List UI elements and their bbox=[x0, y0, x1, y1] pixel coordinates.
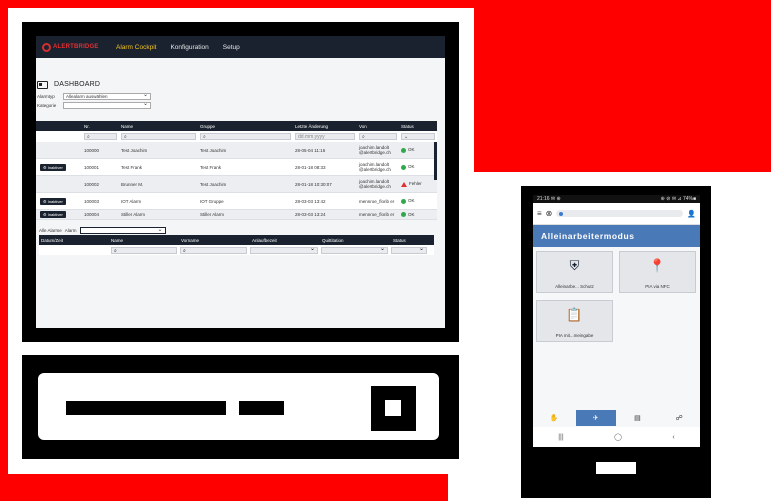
anlaufbezeit-select[interactable] bbox=[250, 246, 318, 254]
table-row[interactable]: ⚙ Inaktiver 100003 IOT Alarm IOT Gruppe … bbox=[36, 193, 437, 210]
history-search-row: ⌕ ⌕ bbox=[39, 245, 434, 255]
history-table-header: Datum/Zeit Name Vorname Anlaufbezeit Qui… bbox=[39, 235, 434, 245]
history-alarm-select[interactable] bbox=[79, 226, 166, 234]
back-button[interactable]: ‹ bbox=[672, 434, 674, 441]
phone-page-title: Alleinarbeitermodus bbox=[533, 225, 700, 247]
keyboard-key-inner bbox=[385, 400, 401, 416]
table-row[interactable]: ⚙ Inaktiver 100004 Stiller Alarm Stiller… bbox=[36, 210, 437, 220]
alarm-table: Nr. Name Gruppe Letzte Änderung Von Stat… bbox=[36, 121, 437, 220]
phone-url-bar[interactable] bbox=[556, 210, 684, 217]
recent-apps-button[interactable]: ||| bbox=[558, 434, 563, 441]
background-white-patch bbox=[448, 474, 473, 501]
column-header[interactable]: Nr. bbox=[84, 124, 121, 129]
status-badge: OK bbox=[401, 198, 437, 204]
table-row[interactable]: 100002 Brunner M. Test Joachim 28-01-18 … bbox=[36, 176, 437, 193]
keyboard-key bbox=[66, 401, 226, 415]
filter-label: Alarmtyp bbox=[37, 94, 55, 99]
ok-status-icon bbox=[401, 164, 406, 170]
status-badge: OK bbox=[401, 164, 437, 170]
tile-alleinarbeit-schutz[interactable]: ⛨ Alleinarbe... Schutz bbox=[536, 251, 613, 293]
alarm-table-search-row: ⌕ ⌕ ⌕ dd.mm.yyyy ⌕ ⌄ bbox=[36, 131, 437, 142]
tile-pia-meingabe[interactable]: 📋 PIA mit...meingabe bbox=[536, 300, 613, 342]
search-name-input[interactable]: ⌕ bbox=[111, 246, 177, 254]
shield-person-icon: ⛨ bbox=[569, 258, 580, 273]
column-header[interactable]: Datum/Zeit bbox=[39, 238, 111, 243]
table-row[interactable]: ⚙ Inaktiver 100001 Test Frank Test Frank… bbox=[36, 159, 437, 176]
quittitation-select[interactable] bbox=[321, 246, 388, 254]
person-icon[interactable]: 👤 bbox=[687, 210, 696, 218]
ok-status-icon bbox=[401, 198, 406, 204]
column-header[interactable]: Von bbox=[359, 124, 401, 129]
desktop-screen: ALERTBRIDGE Alarm Cockpit Konfiguration … bbox=[36, 36, 445, 328]
status-badge: OK bbox=[401, 147, 437, 153]
ok-status-icon bbox=[401, 147, 406, 153]
column-header[interactable]: Status bbox=[401, 124, 437, 129]
mute-icon[interactable]: ⊗ bbox=[546, 209, 553, 218]
phone-bottom-nav: ✋ ✈ ▤ ☍ bbox=[533, 409, 700, 427]
status-badge: Fehler bbox=[401, 181, 437, 187]
search-date-input[interactable]: dd.mm.yyyy bbox=[295, 133, 355, 140]
column-header[interactable]: Name bbox=[121, 124, 200, 129]
logo-mark-icon bbox=[42, 42, 51, 52]
alarm-table-header: Nr. Name Gruppe Letzte Änderung Von Stat… bbox=[36, 121, 437, 131]
column-header[interactable]: Name bbox=[111, 238, 181, 243]
search-status-select[interactable]: ⌄ bbox=[401, 133, 435, 140]
nav-alarm-cockpit[interactable]: Alarm Cockpit bbox=[116, 44, 156, 51]
column-header[interactable]: Status bbox=[393, 238, 433, 243]
search-by-input[interactable]: ⌕ bbox=[359, 133, 397, 140]
search-nr-input[interactable]: ⌕ bbox=[84, 133, 117, 140]
clipboard-icon: 📋 bbox=[566, 307, 583, 322]
nfc-location-icon: 📍 bbox=[649, 258, 666, 273]
table-row[interactable]: 100000 Test Joachim Test Joachim 28-05-0… bbox=[36, 142, 437, 159]
filter-label: Kategorie bbox=[37, 103, 57, 108]
dashboard-header: DASHBOARD bbox=[36, 58, 445, 92]
android-system-nav: ||| ◯ ‹ bbox=[533, 427, 700, 447]
brand-name: ALERTBRIDGE bbox=[53, 44, 99, 50]
phone-app-bar: ≡ ⊗ 👤 bbox=[533, 203, 700, 225]
brand-logo: ALERTBRIDGE bbox=[42, 42, 116, 52]
tile-pia-nfc[interactable]: 📍 PIA via NFC bbox=[619, 251, 696, 293]
ok-status-icon bbox=[401, 212, 406, 218]
filter-alarmtyp: Alarmtyp Allealarm auswählen bbox=[36, 92, 445, 101]
filter-kategorie: Kategorie bbox=[36, 101, 445, 110]
page-title: DASHBOARD bbox=[54, 81, 101, 88]
deactivate-button[interactable]: ⚙ Inaktiver bbox=[40, 163, 66, 171]
alarmtyp-select[interactable]: Allealarm auswählen bbox=[63, 92, 151, 100]
keyboard-key bbox=[239, 401, 284, 415]
dashboard-icon bbox=[37, 80, 48, 89]
phone-status-bar: 21:16 ✉ ⊕ ⊕ ⊘ ✉ ⊿ 74%■ bbox=[533, 195, 700, 203]
home-button[interactable]: ◯ bbox=[614, 433, 622, 441]
group-icon[interactable]: ☍ bbox=[659, 410, 699, 426]
hand-icon[interactable]: ✋ bbox=[534, 410, 574, 426]
background-red-right bbox=[473, 0, 771, 172]
phone-screen: 21:16 ✉ ⊕ ⊕ ⊘ ✉ ⊿ 74%■ ≡ ⊗ 👤 Alleinarbei… bbox=[533, 195, 700, 447]
nav-setup[interactable]: Setup bbox=[223, 44, 240, 51]
column-header[interactable]: Vorname bbox=[181, 238, 252, 243]
search-group-input[interactable]: ⌕ bbox=[200, 133, 291, 140]
search-vorname-input[interactable]: ⌕ bbox=[180, 246, 247, 254]
status-select[interactable] bbox=[391, 246, 427, 254]
top-navigation-bar: ALERTBRIDGE Alarm Cockpit Konfiguration … bbox=[36, 36, 445, 58]
calculator-icon[interactable]: ▤ bbox=[617, 410, 657, 426]
menu-icon[interactable]: ≡ bbox=[537, 209, 542, 218]
history-filter: Alle Alarme Alarm bbox=[36, 225, 166, 235]
deactivate-button[interactable]: ⚙ Inaktiver bbox=[40, 197, 66, 205]
kategorie-select[interactable] bbox=[63, 101, 151, 109]
column-header[interactable]: Gruppe bbox=[200, 124, 295, 129]
deactivate-button[interactable]: ⚙ Inaktiver bbox=[40, 211, 66, 218]
phone-home-slot bbox=[596, 462, 636, 474]
error-status-icon bbox=[401, 181, 407, 187]
search-name-input[interactable]: ⌕ bbox=[121, 133, 196, 140]
column-header[interactable]: Letzte Änderung bbox=[295, 124, 359, 129]
history-table: Datum/Zeit Name Vorname Anlaufbezeit Qui… bbox=[39, 235, 434, 255]
column-header[interactable]: Anlaufbezeit bbox=[252, 238, 322, 243]
nav-konfiguration[interactable]: Konfiguration bbox=[170, 44, 208, 51]
alarm-person-icon[interactable]: ✈ bbox=[575, 410, 616, 426]
status-badge: OK bbox=[401, 212, 437, 218]
alarm-table-scrollbar[interactable] bbox=[434, 142, 437, 180]
column-header[interactable]: Quittitation bbox=[322, 238, 393, 243]
